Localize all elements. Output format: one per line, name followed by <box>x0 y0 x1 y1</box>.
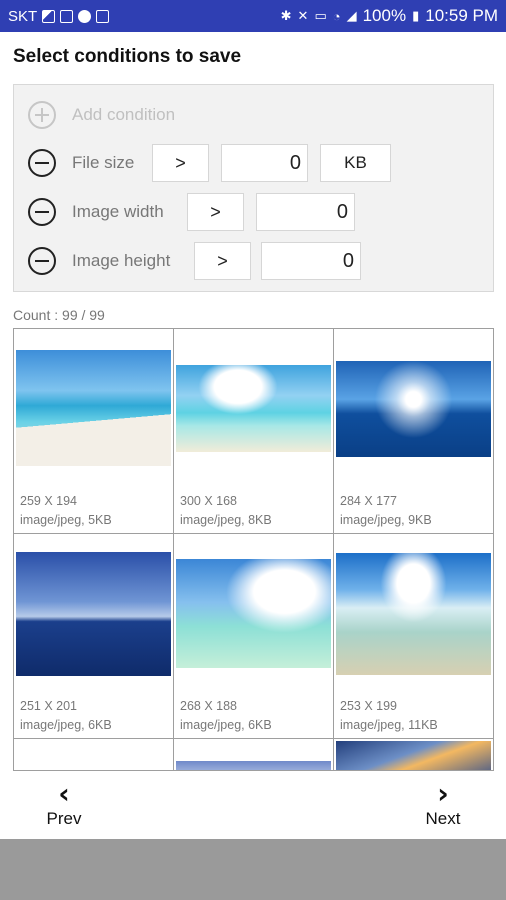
operator-select[interactable]: > <box>194 242 251 280</box>
prev-label[interactable]: Prev <box>24 809 104 829</box>
image-card[interactable]: 284 X 177 image/jpeg, 9KB <box>334 329 493 534</box>
condition-label: Image height <box>72 251 171 270</box>
remove-circle-icon[interactable] <box>28 149 56 177</box>
battery-level: 100% <box>362 6 407 25</box>
thumbnail-image[interactable] <box>176 365 331 452</box>
hd-icon: ▭ <box>314 8 327 23</box>
image-dimensions: 251 X 201 <box>20 699 77 713</box>
image-type-size: image/jpeg, 11KB <box>340 718 438 732</box>
app-icon <box>96 9 110 23</box>
operator-select[interactable]: > <box>187 193 244 231</box>
add-condition-row[interactable]: Add condition <box>14 95 493 135</box>
thumbnail-image[interactable] <box>336 741 491 770</box>
condition-label: File size <box>72 153 135 172</box>
image-card[interactable] <box>174 739 334 770</box>
add-condition-label[interactable]: Add condition <box>72 105 175 125</box>
condition-row-file-size: File size > 0 KB <box>14 143 493 183</box>
value-input[interactable]: 0 <box>261 242 361 280</box>
remove-circle-icon[interactable] <box>28 247 56 275</box>
thumbnail-image[interactable] <box>16 350 171 466</box>
image-grid[interactable]: 259 X 194 image/jpeg, 5KB 300 X 168 imag… <box>13 328 494 771</box>
thumbnail-image[interactable] <box>176 559 331 668</box>
conditions-panel: Add condition File size > 0 KB Image wid… <box>13 84 494 292</box>
image-dimensions: 284 X 177 <box>340 494 397 508</box>
image-type-size: image/jpeg, 6KB <box>20 718 112 732</box>
image-dimensions: 300 X 168 <box>180 494 237 508</box>
condition-row-image-width: Image width > 0 <box>14 192 493 232</box>
next-button[interactable]: › Next <box>403 779 483 835</box>
next-label[interactable]: Next <box>403 809 483 829</box>
thumbnail-image[interactable] <box>176 761 331 770</box>
thumbnail-image[interactable] <box>336 553 491 675</box>
image-type-size: image/jpeg, 5KB <box>20 513 112 527</box>
whatsapp-icon <box>78 9 92 23</box>
page-title: Select conditions to save <box>13 46 242 67</box>
image-type-size: image/jpeg, 8KB <box>180 513 272 527</box>
image-card[interactable]: 259 X 194 image/jpeg, 5KB <box>14 329 174 534</box>
system-nav-area <box>0 839 506 900</box>
mute-icon: ✕ <box>297 8 309 23</box>
signal-icon: ◢ <box>346 8 357 23</box>
value-input[interactable]: 0 <box>256 193 355 231</box>
condition-row-image-height: Image height > 0 <box>14 241 493 281</box>
value-input[interactable]: 0 <box>221 144 308 182</box>
condition-label: Image width <box>72 202 164 221</box>
bluetooth-icon: ✱ <box>280 8 292 23</box>
image-card[interactable]: 268 X 188 image/jpeg, 6KB <box>174 534 334 739</box>
battery-icon: ▮ <box>412 8 420 23</box>
status-bar: SKT ✱ ✕ ▭ ◔ ◢ 100% ▮ 10:59 PM <box>0 0 506 32</box>
thumbnail-image[interactable] <box>336 361 491 457</box>
wifi-icon: ◔ <box>332 8 341 24</box>
image-dimensions: 253 X 199 <box>340 699 397 713</box>
image-type-size: image/jpeg, 6KB <box>180 718 272 732</box>
add-circle-icon[interactable] <box>28 101 56 129</box>
unit-select[interactable]: KB <box>320 144 391 182</box>
image-card[interactable] <box>334 739 493 770</box>
gallery-icon <box>42 9 56 23</box>
image-type-size: image/jpeg, 9KB <box>340 513 432 527</box>
operator-select[interactable]: > <box>152 144 209 182</box>
chevron-right-icon[interactable]: › <box>403 779 483 809</box>
count-label: Count : 99 / 99 <box>13 307 105 323</box>
image-card[interactable]: 253 X 199 image/jpeg, 11KB <box>334 534 493 739</box>
prev-button[interactable]: ‹ Prev <box>24 779 104 835</box>
image-card[interactable]: 300 X 168 image/jpeg, 8KB <box>174 329 334 534</box>
thumbnail-image[interactable] <box>16 552 171 676</box>
chevron-left-icon[interactable]: ‹ <box>24 779 104 809</box>
bottom-nav: ‹ Prev › Next <box>0 771 506 839</box>
clock: 10:59 PM <box>425 6 498 25</box>
image-icon <box>60 9 74 23</box>
carrier-label: SKT <box>8 7 38 25</box>
image-dimensions: 268 X 188 <box>180 699 237 713</box>
image-card[interactable]: 251 X 201 image/jpeg, 6KB <box>14 534 174 739</box>
remove-circle-icon[interactable] <box>28 198 56 226</box>
image-dimensions: 259 X 194 <box>20 494 77 508</box>
image-card[interactable] <box>14 739 174 770</box>
